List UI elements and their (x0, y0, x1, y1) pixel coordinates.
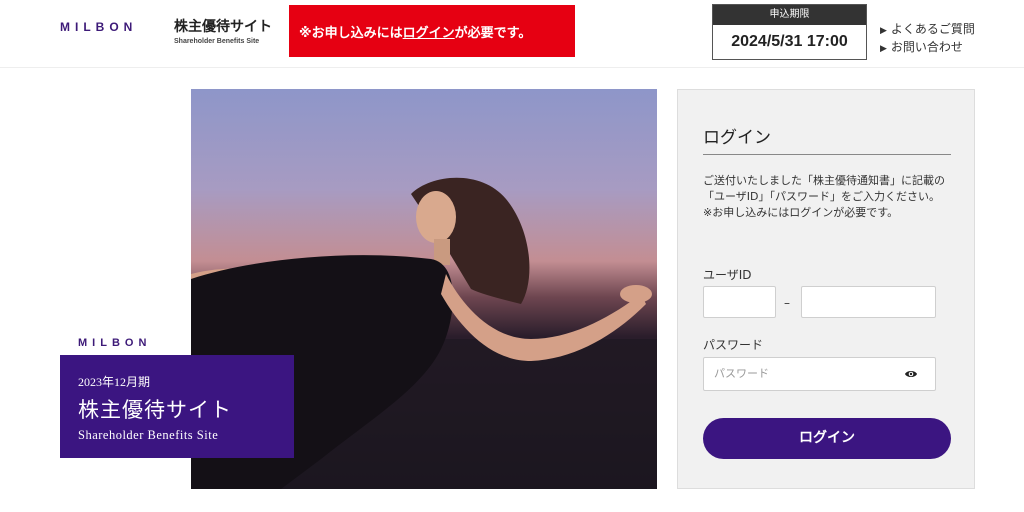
site-header: MILBON 株主優待サイト Shareholder Benefits Site… (0, 0, 1024, 68)
milbon-logo[interactable]: MILBON (60, 20, 137, 34)
user-id-separator: – (784, 296, 790, 310)
deadline-label: 申込期限 (713, 5, 866, 25)
hero-milbon-logo: MILBON (78, 337, 152, 349)
user-id-part1-input[interactable] (703, 286, 776, 318)
hero-title-box: 2023年12月期 株主優待サイト Shareholder Benefits S… (60, 355, 294, 458)
deadline-value: 2024/5/31 17:00 (731, 33, 848, 50)
login-instructions: ご送付いたしました「株主優待通知書」に記載の「ユーザID」「パスワード」をご入力… (703, 174, 945, 203)
notice-suffix: が必要です。 (454, 25, 532, 41)
site-name: 株主優待サイト (174, 19, 272, 35)
hero-title: 株主優待サイト (78, 398, 232, 422)
faq-link[interactable]: ▶ よくあるご質問 (880, 20, 975, 38)
hero-term: 2023年12月期 (78, 375, 151, 389)
eye-icon[interactable] (904, 367, 918, 381)
triangle-right-icon: ▶ (880, 26, 887, 36)
password-input[interactable]: パスワード (703, 357, 936, 391)
contact-link[interactable]: ▶ お問い合わせ (880, 38, 975, 56)
notice-login-link[interactable]: ログイン (403, 22, 455, 41)
login-title: ログイン (703, 128, 771, 148)
contact-link-label: お問い合わせ (890, 40, 963, 54)
help-links: ▶ よくあるご質問 ▶ お問い合わせ (880, 20, 975, 56)
login-description: ご送付いたしました「株主優待通知書」に記載の「ユーザID」「パスワード」をご入力… (703, 173, 953, 221)
divider (703, 154, 951, 155)
user-id-label: ユーザID (703, 268, 752, 282)
login-note: ※お申し込みにはログインが必要です。 (703, 206, 899, 219)
login-button[interactable]: ログイン (703, 418, 951, 459)
site-subtitle: Shareholder Benefits Site (174, 38, 260, 45)
deadline-box: 申込期限 2024/5/31 17:00 (712, 4, 867, 60)
faq-link-label: よくあるご質問 (890, 22, 975, 36)
password-label: パスワード (703, 338, 764, 352)
login-required-banner: ※お申し込みには ログイン が必要です。 (289, 5, 575, 57)
login-panel: ログイン ご送付いたしました「株主優待通知書」に記載の「ユーザID」「パスワード… (677, 89, 975, 489)
user-id-part2-input[interactable] (801, 286, 936, 318)
hero-subtitle: Shareholder Benefits Site (78, 428, 219, 442)
triangle-right-icon: ▶ (880, 44, 887, 54)
notice-prefix: ※お申し込みには (299, 25, 403, 41)
